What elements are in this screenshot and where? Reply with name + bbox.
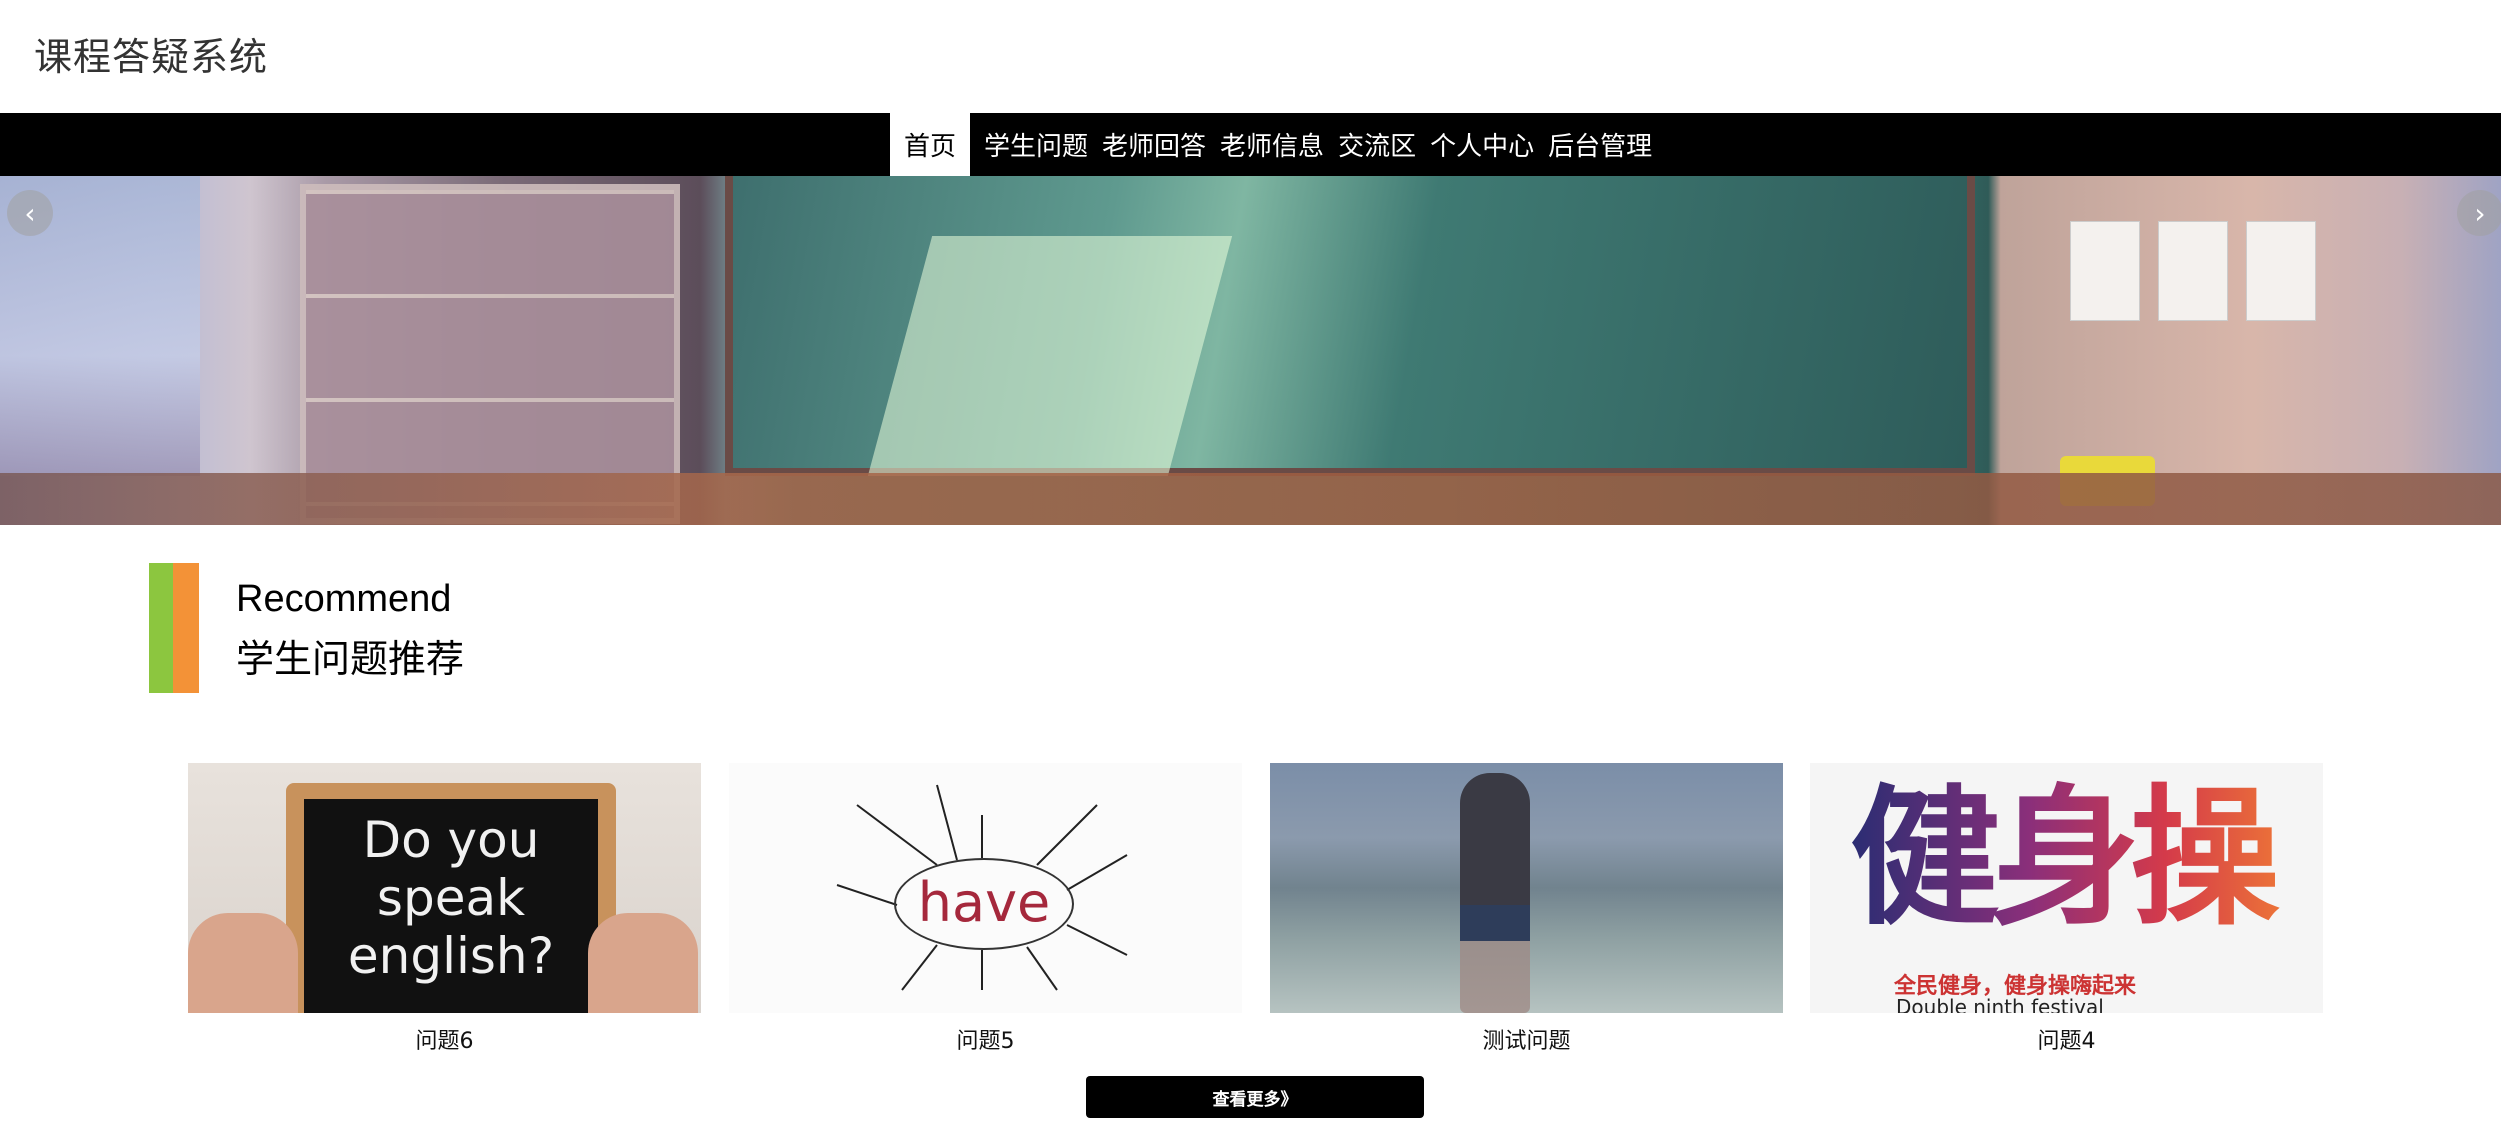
nav-item-home[interactable]: 首页: [890, 113, 971, 176]
carousel-next-button[interactable]: ›: [2457, 190, 2501, 236]
site-title: 课程答疑系统: [34, 35, 269, 79]
nav-item-forum[interactable]: 交流区: [1331, 113, 1423, 176]
hero-carousel[interactable]: [0, 176, 2501, 525]
question-card-title[interactable]: 问题4: [1810, 1023, 2323, 1055]
image-brush-text: 健身操: [1850, 763, 2300, 953]
nav-item-admin[interactable]: 后台管理: [1541, 113, 1659, 176]
chalk-line: speak: [376, 869, 526, 927]
recommend-title-en: Recommend: [236, 578, 452, 620]
image-have-text: have: [917, 871, 1051, 934]
nav-item-profile[interactable]: 个人中心: [1423, 113, 1541, 176]
nav-item-teacher-answers[interactable]: 老师回答: [1095, 113, 1213, 176]
question-card-title[interactable]: 问题6: [188, 1023, 701, 1055]
recommend-accent-orange: [173, 563, 199, 693]
banner-notice: [2246, 221, 2316, 321]
banner-floor: [0, 473, 2501, 525]
chalk-line: english?: [347, 927, 555, 985]
question-card-title[interactable]: 问题5: [729, 1023, 1242, 1055]
banner-notice: [2158, 221, 2228, 321]
question-card-image[interactable]: [1270, 763, 1783, 1013]
banner-notice: [2070, 221, 2140, 321]
recommend-title-cn: 学生问题推荐: [236, 637, 465, 681]
image-chalk-text: Do you speak english?: [304, 811, 598, 985]
image-figure: [1460, 773, 1530, 1013]
banner-notices: [2070, 221, 2330, 321]
question-card-image[interactable]: 健身操 全民健身，健身操嗨起来 Double ninth festival: [1810, 763, 2323, 1013]
recommend-accent-green: [149, 563, 173, 693]
question-card[interactable]: Do you speak english? 问题6: [188, 763, 701, 1055]
question-card[interactable]: have 问题5: [729, 763, 1242, 1055]
question-card-image[interactable]: Do you speak english?: [188, 763, 701, 1013]
hand-left: [188, 913, 298, 1013]
question-card[interactable]: 测试问题: [1270, 763, 1783, 1055]
nav-item-teacher-info[interactable]: 老师信息: [1213, 113, 1331, 176]
nav-item-student-questions[interactable]: 学生问题: [977, 113, 1095, 176]
image-slogan-en: Double ninth festival: [1896, 995, 2104, 1013]
carousel-prev-button[interactable]: ‹: [7, 190, 53, 236]
view-more-button[interactable]: 查看更多》: [1086, 1076, 1424, 1118]
question-card-title[interactable]: 测试问题: [1270, 1023, 1783, 1055]
chevron-left-icon: ‹: [24, 196, 36, 230]
main-nav: 首页 学生问题 老师回答 老师信息 交流区 个人中心 后台管理: [0, 113, 2501, 176]
question-card-image[interactable]: have: [729, 763, 1242, 1013]
question-card[interactable]: 健身操 全民健身，健身操嗨起来 Double ninth festival 问题…: [1810, 763, 2323, 1055]
hand-right: [588, 913, 698, 1013]
chevron-right-icon: ›: [2474, 196, 2486, 230]
chalk-line: Do you: [362, 811, 540, 869]
